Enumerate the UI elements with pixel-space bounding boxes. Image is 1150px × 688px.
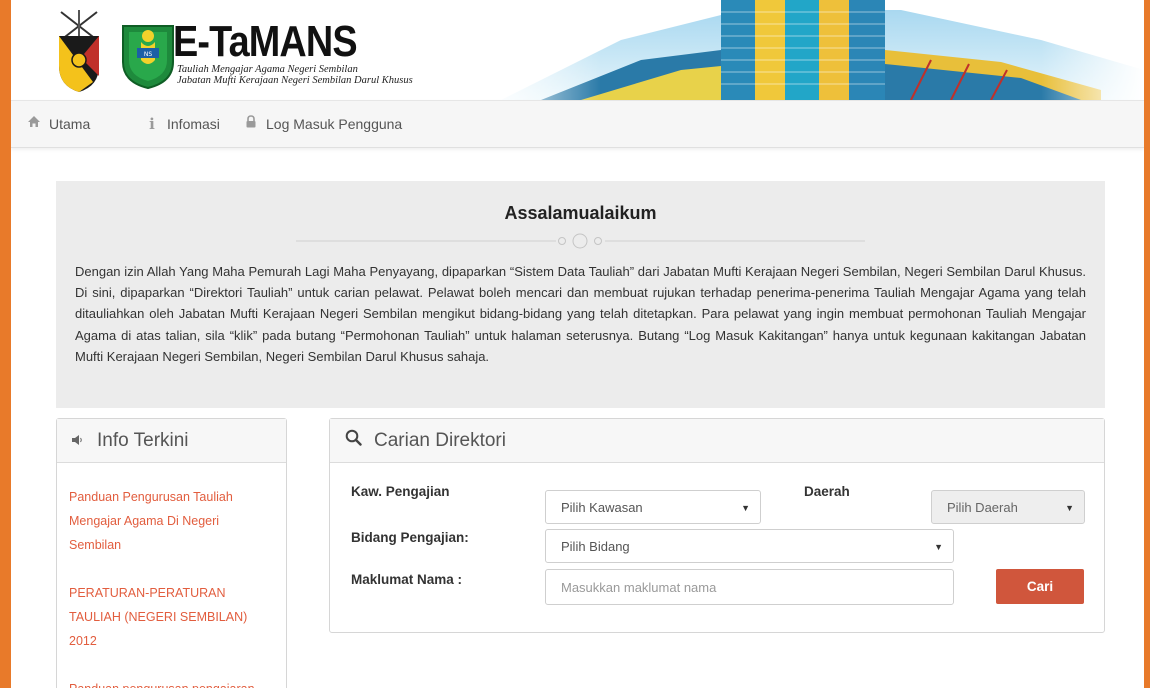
info-icon: i [149, 115, 155, 133]
header-banner-image [481, 0, 1144, 100]
bidang-label: Bidang Pengajian: [351, 530, 469, 545]
info-terkini-panel: Info Terkini Panduan Pengurusan Tauliah … [56, 418, 287, 688]
kawasan-label: Kaw. Pengajian [351, 484, 450, 499]
carian-direktori-title: Carian Direktori [374, 429, 506, 451]
carian-direktori-header: Carian Direktori [330, 419, 1104, 463]
nav-item-label: Log Masuk Pengguna [266, 115, 403, 132]
nav-item-log-masuk[interactable]: Log Masuk Pengguna [244, 115, 402, 132]
kawasan-select-value: Pilih Kawasan [561, 499, 643, 515]
brand-subtitle-line2: Jabatan Mufti Kerajaan Negeri Sembilan D… [177, 75, 413, 86]
bidang-select[interactable]: Pilih Bidang ▼ [545, 529, 954, 563]
welcome-title: Assalamualaikum [504, 203, 657, 223]
nav-item-utama[interactable]: Utama [27, 115, 90, 132]
search-icon [345, 429, 362, 452]
daerah-select-value: Pilih Daerah [947, 499, 1018, 515]
kawasan-select[interactable]: Pilih Kawasan ▼ [545, 490, 761, 524]
chevron-down-icon: ▼ [1065, 503, 1074, 513]
welcome-section: Assalamualaikum Dengan izin Allah Yang M… [56, 181, 1105, 408]
news-link[interactable]: PERATURAN-PERATURAN TAULIAH (NEGERI SEMB… [69, 581, 269, 653]
brand-subtitle-line1: Tauliah Mengajar Agama Negeri Sembilan [177, 64, 358, 75]
news-link[interactable]: Panduan Pengurusan Tauliah Mengajar Agam… [69, 485, 269, 557]
svg-text:NS: NS [144, 51, 152, 58]
brand-title: E-TaMANS [173, 17, 358, 66]
bidang-select-value: Pilih Bidang [561, 538, 630, 554]
speaker-icon [71, 430, 83, 452]
lock-icon [244, 115, 258, 132]
header: NS E-TaMANS Tauliah Mengajar Agama Neger… [11, 0, 1144, 100]
home-icon [27, 115, 41, 132]
nav-item-label: Utama [49, 115, 91, 132]
chevron-down-icon: ▼ [934, 542, 943, 552]
nama-label: Maklumat Nama : [351, 572, 463, 587]
page: NS E-TaMANS Tauliah Mengajar Agama Neger… [11, 0, 1144, 688]
info-terkini-title: Info Terkini [97, 429, 189, 451]
carian-direktori-panel: Carian Direktori Kaw. Pengajian Pilih Ka… [329, 418, 1105, 633]
news-link[interactable]: Panduan pengurusan pengajaran [69, 677, 269, 688]
daerah-select[interactable]: Pilih Daerah ▼ [931, 490, 1085, 524]
welcome-text: Dengan izin Allah Yang Maha Pemurah Lagi… [75, 264, 1086, 364]
ornament-divider [296, 233, 865, 249]
state-crest-logo [59, 10, 99, 92]
nama-input[interactable] [545, 569, 954, 605]
cari-button[interactable]: Cari [996, 569, 1084, 604]
daerah-label: Daerah [804, 484, 850, 499]
info-terkini-header: Info Terkini [57, 419, 286, 463]
nav-item-infomasi[interactable]: i Infomasi [145, 115, 220, 133]
right-accent-strip [1144, 0, 1150, 688]
brand-subtitle: Tauliah Mengajar Agama Negeri Sembilan J… [177, 64, 413, 86]
department-crest-logo: NS [122, 25, 174, 90]
nav-item-label: Infomasi [167, 116, 220, 132]
chevron-down-icon: ▼ [741, 503, 750, 513]
main-nav: Utama i Infomasi Log Masuk Pengguna [11, 100, 1144, 148]
